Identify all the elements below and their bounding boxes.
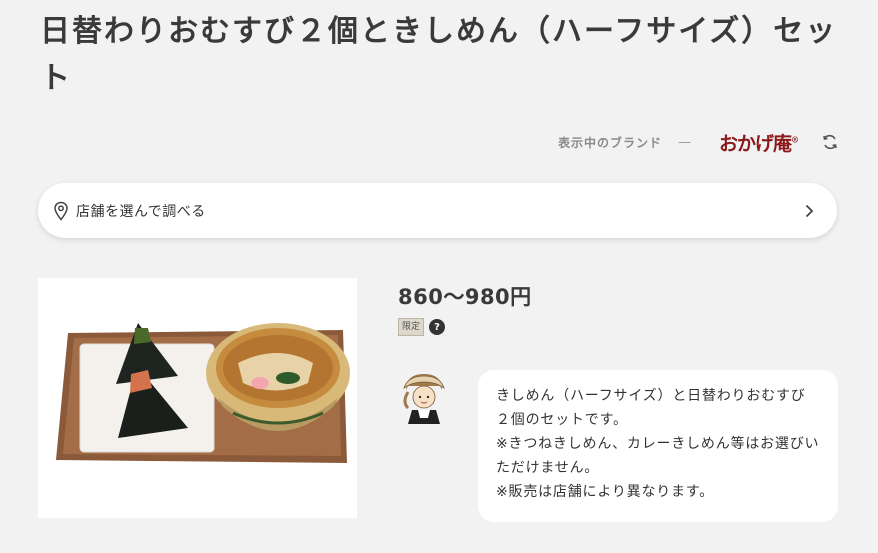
description-line: ※販売は店舗により異なります。	[496, 484, 715, 500]
store-select-button[interactable]: 店舗を選んで調べる	[38, 183, 837, 238]
brand-row: 表示中のブランド — おかげ庵®	[558, 124, 840, 160]
description-line: ※きつねきしめん、カレーきしめん等はお選びいただけません。	[496, 436, 820, 476]
product-price: 860〜980円	[398, 285, 532, 309]
brand-logo-mark: ®	[791, 134, 799, 145]
description-line: きしめん（ハーフサイズ）と日替わりおむすび２個のセットです。	[496, 388, 806, 428]
refresh-icon[interactable]	[820, 132, 840, 152]
product-image	[38, 278, 357, 518]
badge-row: 限定 ?	[398, 318, 446, 336]
brand-logo: おかげ庵®	[718, 129, 799, 156]
question-icon[interactable]: ?	[429, 319, 446, 335]
brand-logo-text: おかげ庵	[718, 132, 792, 155]
brand-label: 表示中のブランド	[557, 135, 662, 150]
chevron-right-icon	[805, 204, 814, 217]
store-select-label: 店舗を選んで調べる	[76, 203, 206, 220]
map-pin-icon	[54, 201, 68, 221]
staff-avatar	[403, 374, 445, 424]
limited-badge: 限定	[398, 318, 425, 336]
brand-separator: —	[677, 134, 691, 150]
description-bubble: きしめん（ハーフサイズ）と日替わりおむすび２個のセットです。 ※きつねきしめん、…	[478, 370, 838, 522]
product-title: 日替わりおむすび２個ときしめん（ハーフサイズ）セット	[40, 14, 838, 96]
